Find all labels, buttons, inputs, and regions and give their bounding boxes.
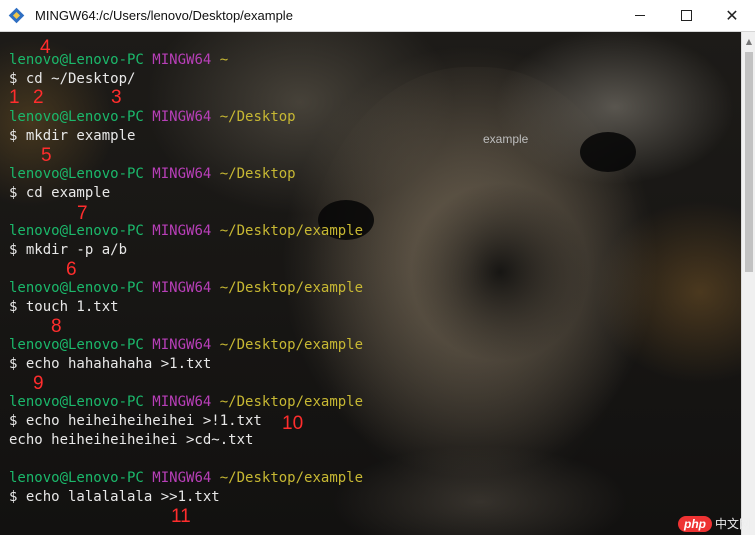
prompt-host: MINGW64	[152, 109, 212, 125]
annotation-marker: 5	[41, 145, 52, 166]
background-pug-muzzle	[410, 182, 590, 362]
prompt-user: lenovo@Lenovo-PC	[9, 337, 144, 353]
command-line: $ mkdir -p a/b	[9, 242, 128, 258]
annotation-marker: 6	[66, 259, 77, 280]
close-icon: ✕	[725, 7, 739, 25]
annotation-marker: 9	[33, 373, 44, 394]
minimize-button[interactable]	[617, 0, 663, 31]
annotation-marker: 3	[111, 87, 122, 108]
prompt-path: ~	[219, 52, 229, 68]
prompt-user: lenovo@Lenovo-PC	[9, 109, 144, 125]
prompt-path: ~/Desktop/example	[219, 470, 364, 486]
prompt-host: MINGW64	[152, 470, 212, 486]
prompt-host: MINGW64	[152, 394, 212, 410]
prompt-user: lenovo@Lenovo-PC	[9, 223, 144, 239]
prompt-line: lenovo@Lenovo-PC MINGW64 ~/Desktop/examp…	[9, 222, 363, 241]
command-line: $ cd example	[9, 185, 111, 201]
title-bar[interactable]: MINGW64:/c/Users/lenovo/Desktop/example …	[0, 0, 755, 32]
annotation-marker: 8	[51, 316, 62, 337]
annotation-marker: 10	[282, 413, 304, 434]
prompt-user: lenovo@Lenovo-PC	[9, 166, 144, 182]
command-line: $ touch 1.txt	[9, 299, 119, 315]
watermark-badge: php	[677, 515, 712, 532]
window-title: MINGW64:/c/Users/lenovo/Desktop/example	[35, 8, 293, 23]
prompt-host: MINGW64	[152, 223, 212, 239]
prompt-line: lenovo@Lenovo-PC MINGW64 ~/Desktop	[9, 108, 296, 127]
command-line: $ echo heiheiheiheihei >!1.txt	[9, 413, 262, 429]
prompt-path: ~/Desktop/example	[219, 223, 364, 239]
output-line: echo heiheiheiheihei >cd~.txt	[9, 432, 254, 448]
terminal-area[interactable]: example lenovo@Lenovo-PC MINGW64 ~ $ cd …	[0, 32, 741, 535]
window-controls: ✕	[617, 0, 755, 31]
command-line: $ echo lalalalala >>1.txt	[9, 489, 220, 505]
prompt-line: lenovo@Lenovo-PC MINGW64 ~/Desktop/examp…	[9, 336, 363, 355]
prompt-user: lenovo@Lenovo-PC	[9, 470, 144, 486]
command-line: $ mkdir example	[9, 128, 136, 144]
close-button[interactable]: ✕	[709, 0, 755, 31]
command-line: $ echo hahahahaha >1.txt	[9, 356, 212, 372]
maximize-button[interactable]	[663, 0, 709, 31]
prompt-user: lenovo@Lenovo-PC	[9, 52, 144, 68]
annotation-marker: 4	[40, 37, 51, 58]
watermark-text: 中文网	[714, 517, 751, 531]
prompt-user: lenovo@Lenovo-PC	[9, 394, 144, 410]
scrollbar-thumb[interactable]	[745, 52, 753, 272]
annotation-marker: 2	[33, 87, 44, 108]
prompt-path: ~/Desktop	[219, 166, 296, 182]
prompt-line: lenovo@Lenovo-PC MINGW64 ~/Desktop/examp…	[9, 393, 363, 412]
prompt-host: MINGW64	[152, 166, 212, 182]
prompt-host: MINGW64	[152, 52, 212, 68]
prompt-host: MINGW64	[152, 337, 212, 353]
terminal-window: MINGW64:/c/Users/lenovo/Desktop/example …	[0, 0, 755, 535]
annotation-marker: 7	[77, 203, 88, 224]
minimize-icon	[635, 15, 645, 16]
background-pug-eye-right	[580, 132, 636, 172]
prompt-path: ~/Desktop/example	[219, 337, 364, 353]
prompt-line: lenovo@Lenovo-PC MINGW64 ~/Desktop/examp…	[9, 279, 363, 298]
annotation-marker: 1	[9, 87, 20, 108]
site-watermark: php 中文网	[677, 515, 751, 532]
prompt-host: MINGW64	[152, 280, 212, 296]
vertical-scrollbar[interactable]: ▲	[741, 32, 755, 535]
scroll-up-icon[interactable]: ▲	[742, 34, 755, 48]
prompt-line: lenovo@Lenovo-PC MINGW64 ~/Desktop	[9, 165, 296, 184]
prompt-user: lenovo@Lenovo-PC	[9, 280, 144, 296]
desktop-folder-label: example	[483, 132, 529, 146]
prompt-path: ~/Desktop/example	[219, 280, 364, 296]
annotation-marker: 11	[171, 506, 191, 527]
prompt-line: lenovo@Lenovo-PC MINGW64 ~/Desktop/examp…	[9, 469, 363, 488]
prompt-path: ~/Desktop/example	[219, 394, 364, 410]
git-bash-icon	[8, 7, 25, 24]
maximize-icon	[680, 10, 692, 21]
prompt-path: ~/Desktop	[219, 109, 296, 125]
